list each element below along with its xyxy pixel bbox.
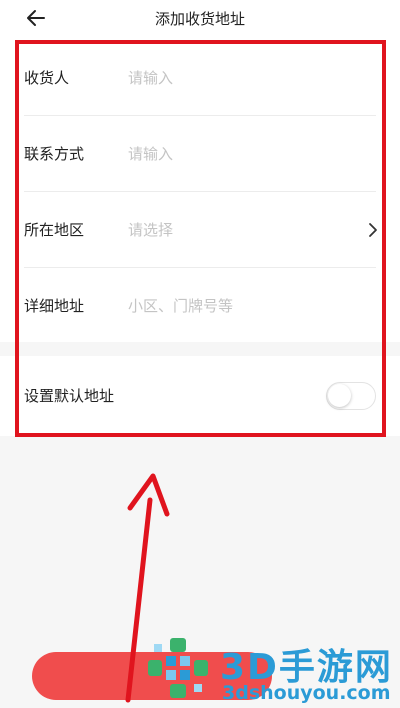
- form-row-region[interactable]: 所在地区: [0, 192, 400, 268]
- region-label: 所在地区: [24, 221, 85, 239]
- form-row-recipient: 收货人: [0, 40, 400, 116]
- contact-input[interactable]: [128, 140, 348, 168]
- page-title: 添加收货地址: [154, 10, 245, 28]
- recipient-input[interactable]: [128, 64, 348, 92]
- save-address-button[interactable]: [32, 652, 272, 700]
- recipient-label: 收货人: [24, 69, 70, 87]
- contact-label: 联系方式: [24, 145, 85, 163]
- address-form: 收货人 联系方式 所在地区 详细地址: [0, 40, 400, 342]
- default-address-label: 设置默认地址: [24, 387, 115, 405]
- default-address-toggle[interactable]: [326, 382, 376, 410]
- detail-address-input[interactable]: [128, 292, 348, 320]
- toggle-knob: [328, 384, 351, 407]
- detail-address-label: 详细地址: [24, 297, 85, 315]
- form-row-detail-address: 详细地址: [0, 268, 400, 344]
- form-row-contact: 联系方式: [0, 116, 400, 192]
- region-select[interactable]: [128, 216, 348, 244]
- header-bar: 添加收货地址: [0, 0, 400, 40]
- chevron-right-icon[interactable]: [368, 222, 378, 238]
